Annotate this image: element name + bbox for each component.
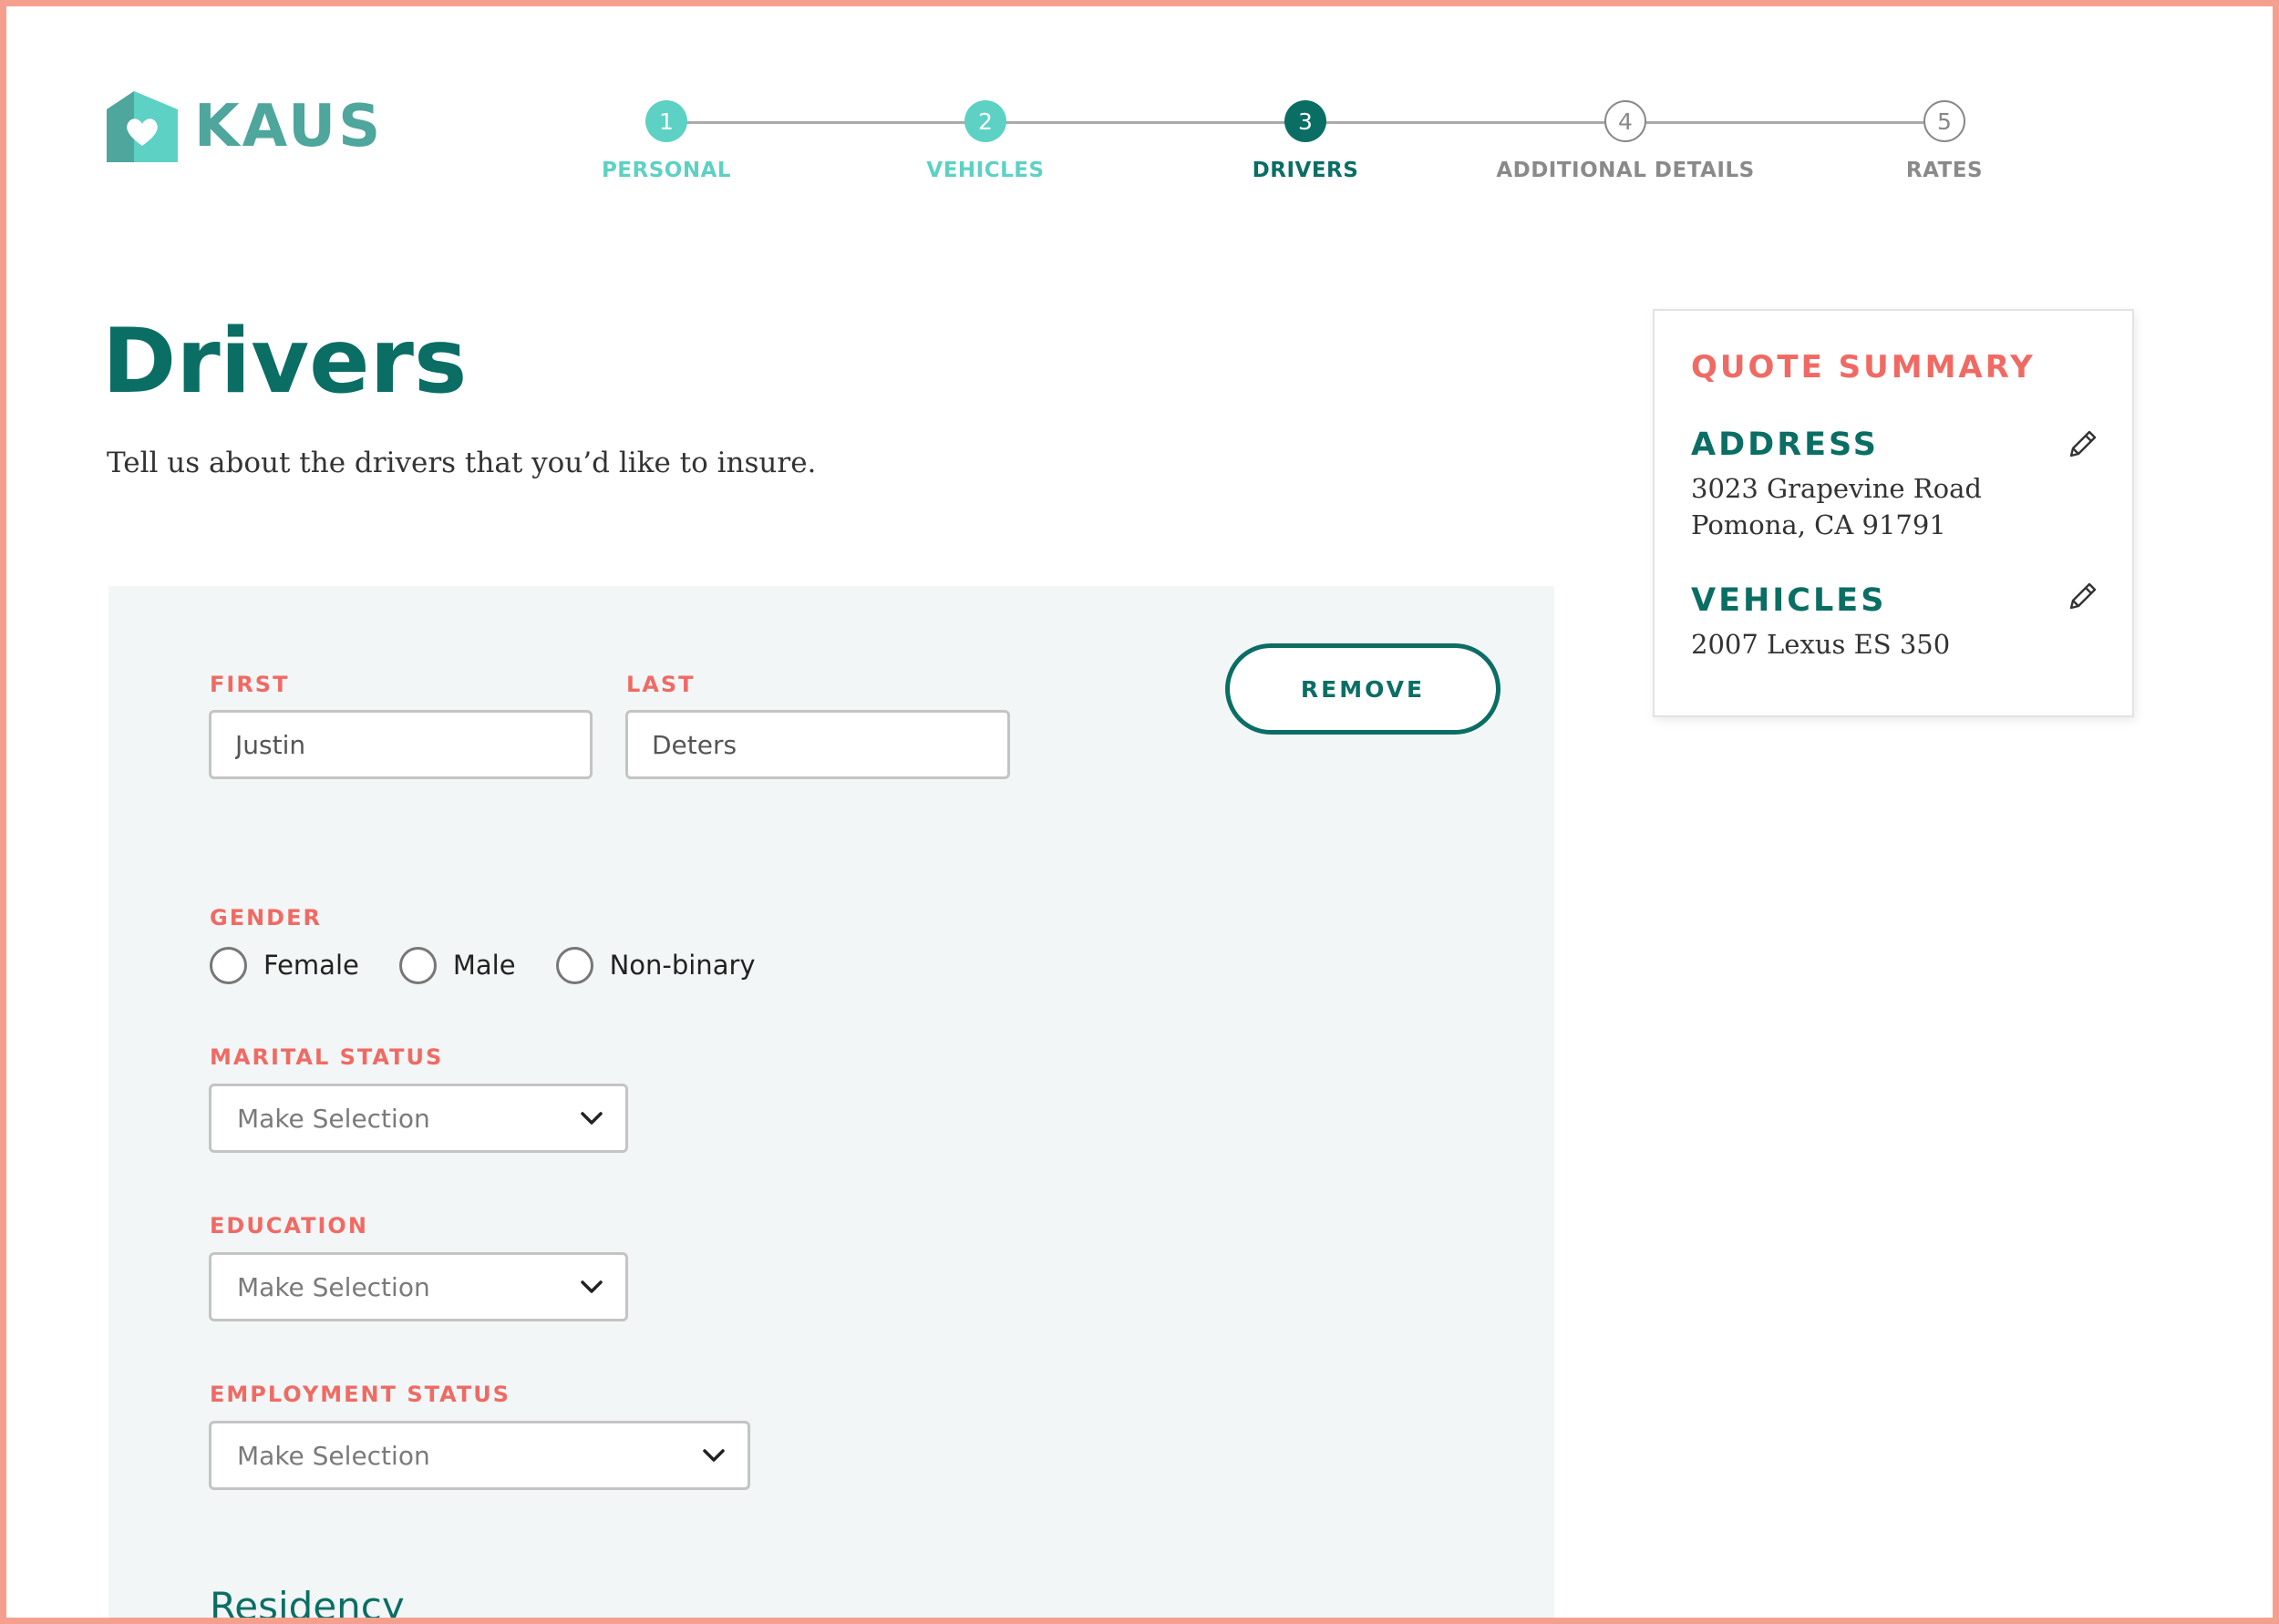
chevron-down-icon: [703, 1449, 725, 1462]
step-label: DRIVERS: [1252, 159, 1359, 182]
radio-circle[interactable]: [398, 946, 437, 984]
quote-summary-card: QUOTE SUMMARY ADDRESS 3023 Grapevine Roa…: [1653, 309, 2134, 717]
step-additional-details[interactable]: 4 ADDITIONAL DETAILS: [1489, 100, 1762, 182]
radio-circle[interactable]: [210, 946, 247, 984]
step-number: 1: [645, 100, 687, 142]
step-personal[interactable]: 1 PERSONAL: [530, 100, 803, 182]
radio-circle[interactable]: [555, 946, 593, 984]
select-value: Make Selection: [237, 1271, 430, 1302]
first-name-input[interactable]: [209, 710, 593, 779]
employment-status-label: EMPLOYMENT STATUS: [210, 1382, 510, 1407]
select-value: Make Selection: [237, 1440, 430, 1471]
gender-label: GENDER: [210, 905, 322, 930]
step-label: RATES: [1905, 159, 1984, 182]
pencil-icon[interactable]: [2066, 579, 2100, 613]
address-heading: ADDRESS: [1691, 427, 1879, 463]
step-number: 2: [964, 100, 1006, 142]
address-line-2: Pomona, CA 91791: [1691, 509, 1946, 540]
chevron-down-icon: [581, 1280, 603, 1293]
page-title: Drivers: [102, 310, 468, 414]
chevron-down-icon: [581, 1112, 603, 1125]
step-label: PERSONAL: [601, 159, 732, 182]
employment-status-select[interactable]: Make Selection: [209, 1421, 750, 1490]
first-name-label: FIRST: [210, 672, 290, 697]
education-label: EDUCATION: [210, 1213, 368, 1239]
gender-radio-group: Female Male Non-binary: [210, 946, 796, 984]
step-number: 5: [1923, 100, 1965, 142]
education-select[interactable]: Make Selection: [209, 1252, 628, 1321]
step-number: 3: [1284, 100, 1326, 142]
last-name-input[interactable]: [625, 710, 1010, 779]
house-heart-icon: [107, 91, 178, 162]
marital-status-select[interactable]: Make Selection: [209, 1084, 628, 1153]
gender-option-male[interactable]: Male: [398, 946, 516, 984]
gender-option-non-binary[interactable]: Non-binary: [555, 946, 756, 984]
quote-summary-title: QUOTE SUMMARY: [1691, 349, 2036, 385]
logo-wordmark: KAUS: [194, 93, 384, 160]
step-number: 4: [1604, 100, 1646, 142]
pencil-icon[interactable]: [2066, 427, 2100, 461]
step-label: VEHICLES: [926, 159, 1045, 182]
step-label: ADDITIONAL DETAILS: [1496, 159, 1755, 182]
vehicle-line-1: 2007 Lexus ES 350: [1691, 629, 1951, 660]
last-name-label: LAST: [626, 672, 696, 697]
radio-label: Non-binary: [609, 950, 756, 981]
logo[interactable]: KAUS: [107, 91, 383, 162]
remove-driver-button[interactable]: REMOVE: [1225, 643, 1500, 735]
step-drivers[interactable]: 3 DRIVERS: [1169, 100, 1442, 182]
vehicles-heading: VEHICLES: [1691, 582, 1887, 619]
address-line-1: 3023 Grapevine Road: [1691, 473, 1982, 504]
radio-label: Male: [452, 950, 516, 981]
step-rates[interactable]: 5 RATES: [1808, 100, 2081, 182]
gender-option-female[interactable]: Female: [210, 946, 359, 984]
marital-status-label: MARITAL STATUS: [210, 1044, 444, 1070]
page-subtitle: Tell us about the drivers that you’d lik…: [107, 447, 817, 479]
radio-label: Female: [263, 950, 359, 981]
residency-section-title: Residency: [210, 1584, 405, 1624]
select-value: Make Selection: [237, 1103, 430, 1134]
step-vehicles[interactable]: 2 VEHICLES: [849, 100, 1122, 182]
